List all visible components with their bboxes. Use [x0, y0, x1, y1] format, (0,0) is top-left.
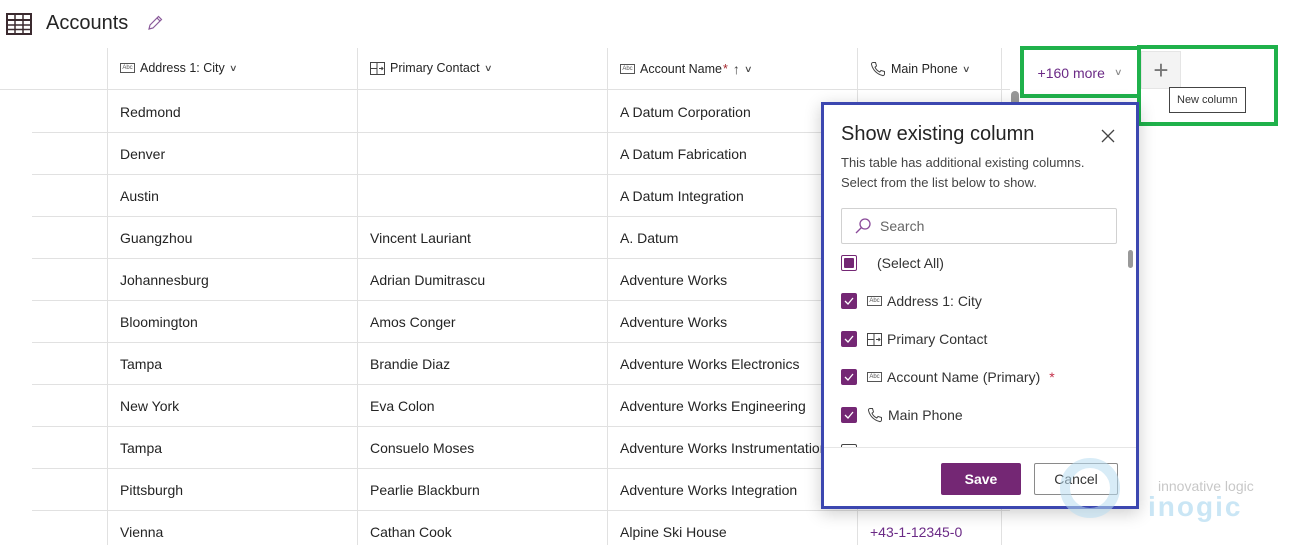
cell-primary-contact: Eva Colon: [370, 398, 435, 414]
column-header-account-name[interactable]: Abc Account Name * ↑ ∨: [620, 61, 753, 77]
column-header-address-city[interactable]: Abc Address 1: City ∨: [120, 61, 238, 75]
cell-city: Redmond: [120, 104, 181, 120]
cell-account-name[interactable]: Adventure Works: [620, 272, 835, 288]
column-item-text: Main Phone: [888, 407, 963, 423]
highlight-box-more-columns: [1020, 46, 1141, 98]
cell-city: Tampa: [120, 440, 163, 456]
column-item-text: Account Name (Primary): [887, 369, 1041, 385]
cell-primary-contact: Adrian Dumitrascu: [370, 272, 486, 288]
chevron-down-icon: ∨: [743, 63, 753, 74]
cell-account-name[interactable]: A Datum Corporation: [620, 104, 835, 120]
cell-city: Guangzhou: [120, 230, 193, 246]
page-title: Accounts: [46, 12, 129, 34]
grid-header-row: Abc Address 1: City ∨ Primary Contact ∨ …: [0, 48, 1010, 90]
column-item-text: Primary Contact: [887, 331, 988, 347]
column-list-item[interactable]: Abc Account Name (Primary) *: [841, 364, 1055, 390]
chevron-down-icon: ∨: [483, 62, 493, 73]
checkbox[interactable]: [841, 369, 857, 385]
lookup-icon: [370, 61, 385, 75]
column-item-label: Primary Contact: [867, 331, 987, 347]
column-item-label: (Select All): [877, 255, 944, 271]
column-list-scrollbar[interactable]: [1128, 250, 1133, 268]
column-item-label: Abc Address 1: City: [867, 293, 982, 309]
cell-primary-contact: Cathan Cook: [370, 524, 452, 540]
show-existing-column-panel: Show existing column This table has addi…: [821, 102, 1139, 509]
watermark-logo: innovative logic inogic: [1060, 458, 1280, 528]
cell-city: Johannesburg: [120, 272, 209, 288]
column-item-label: Main Phone: [867, 407, 963, 423]
column-item-text: Address 1: City: [887, 293, 982, 309]
lookup-icon: [867, 332, 882, 346]
checkmark-icon: [844, 297, 854, 305]
phone-icon: [870, 62, 885, 77]
cell-city: New York: [120, 398, 180, 414]
cell-primary-contact: Brandie Diaz: [370, 356, 451, 372]
cell-account-name[interactable]: A Datum Integration: [620, 188, 835, 204]
text-abc-icon: Abc: [120, 63, 135, 73]
cell-city: Denver: [120, 146, 166, 162]
checkmark-icon: [844, 373, 854, 381]
close-icon[interactable]: [1099, 127, 1117, 145]
panel-title: Show existing column: [841, 123, 1035, 145]
chevron-down-icon: ∨: [961, 63, 971, 74]
cell-city: Bloomington: [120, 314, 198, 330]
column-list-item[interactable]: Abc(Deprecated) Traversed Path: [841, 439, 1068, 447]
watermark-circle-icon: [1060, 458, 1120, 518]
panel-divider: [824, 447, 1136, 448]
checkbox[interactable]: [841, 255, 857, 271]
column-list-item[interactable]: Main Phone: [841, 402, 963, 428]
column-list-item[interactable]: Abc Address 1: City: [841, 288, 982, 314]
column-item-text: (Select All): [877, 255, 944, 271]
table-grid-icon: [6, 13, 32, 35]
cell-account-name[interactable]: A. Datum: [620, 230, 835, 246]
highlight-box-new-column: [1137, 45, 1278, 126]
checkbox[interactable]: [841, 331, 857, 347]
page-header: Accounts: [0, 0, 1289, 48]
text-abc-icon: Abc: [620, 64, 635, 74]
cell-city: Austin: [120, 188, 159, 204]
column-list-item[interactable]: Primary Contact: [841, 326, 987, 352]
cell-city: Pittsburgh: [120, 482, 184, 498]
save-button[interactable]: Save: [941, 463, 1021, 495]
phone-icon: [867, 408, 882, 423]
cell-primary-contact: Amos Conger: [370, 314, 456, 330]
pencil-icon[interactable]: [146, 14, 164, 32]
cell-primary-contact: Pearlie Blackburn: [370, 482, 480, 498]
checkmark-icon: [844, 335, 854, 343]
cell-primary-contact: Consuelo Moses: [370, 440, 475, 456]
table-row[interactable]: Vienna Cathan Cook Alpine Ski House +43-1-1…: [32, 511, 1010, 545]
cell-account-name[interactable]: Alpine Ski House: [620, 524, 835, 540]
required-mark: *: [1049, 369, 1055, 385]
cell-city: Tampa: [120, 356, 163, 372]
sort-ascending-icon: ↑: [732, 61, 740, 77]
required-mark: *: [722, 62, 728, 76]
select-all-item[interactable]: (Select All): [841, 250, 944, 276]
cell-account-name[interactable]: Adventure Works Instrumentation: [620, 440, 835, 456]
cell-account-name[interactable]: A Datum Fabrication: [620, 146, 835, 162]
panel-description: This table has additional existing colum…: [841, 155, 1085, 190]
cell-city: Vienna: [120, 524, 164, 540]
cell-account-name[interactable]: Adventure Works Engineering: [620, 398, 835, 414]
column-search-box[interactable]: [841, 208, 1117, 244]
chevron-down-icon: ∨: [228, 62, 238, 73]
column-header-main-phone[interactable]: Main Phone ∨: [870, 61, 971, 77]
checkmark-icon: [844, 411, 854, 419]
column-header-primary-contact[interactable]: Primary Contact ∨: [370, 61, 493, 75]
text-abc-icon: Abc: [867, 372, 882, 382]
column-search-input[interactable]: [880, 218, 1100, 234]
search-icon: [855, 218, 871, 234]
cell-account-name[interactable]: Adventure Works: [620, 314, 835, 330]
checkbox[interactable]: [841, 293, 857, 309]
cell-primary-contact: Vincent Lauriant: [370, 230, 471, 246]
checkbox[interactable]: [841, 407, 857, 423]
cell-main-phone[interactable]: +43-1-12345-0: [870, 524, 1010, 540]
text-abc-icon: Abc: [867, 296, 882, 306]
column-item-label: Abc Account Name (Primary) *: [867, 369, 1055, 385]
cell-account-name[interactable]: Adventure Works Integration: [620, 482, 835, 498]
cell-account-name[interactable]: Adventure Works Electronics: [620, 356, 835, 372]
column-list: (Select All) Abc Address 1: City Primary Co…: [841, 250, 1121, 447]
